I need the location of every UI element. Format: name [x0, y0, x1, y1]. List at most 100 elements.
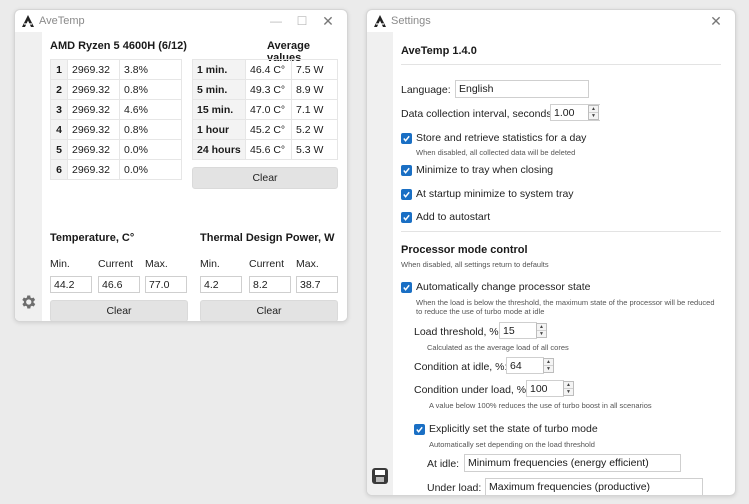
core-index: 5 — [50, 139, 68, 160]
avg-period: 5 min. — [192, 79, 246, 100]
store-stats-hint: When disabled, all collected data will b… — [416, 148, 576, 157]
core-frequency: 2969.32 — [67, 139, 120, 160]
avg-temperature: 46.4 C° — [245, 59, 292, 80]
core-frequency: 2969.32 — [67, 119, 120, 140]
tdp-title: Thermal Design Power, W — [200, 232, 335, 244]
maximize-button[interactable]: ☐ — [289, 11, 315, 31]
table-row: 6 2969.32 0.0% — [50, 159, 182, 180]
avg-power: 7.1 W — [291, 99, 338, 120]
load-threshold-field[interactable]: 15 — [499, 322, 537, 339]
temp-max-label: Max. — [145, 258, 168, 270]
interval-label: Data collection interval, seconds: — [401, 108, 555, 120]
core-frequency: 2969.32 — [67, 59, 120, 80]
minimize-tray-label: Minimize to tray when closing — [416, 164, 554, 176]
at-idle-select[interactable]: Minimum frequencies (energy efficient) — [464, 454, 681, 472]
average-table: 1 min. 46.4 C° 7.5 W 5 min. 49.3 C° 8.9 W 15… — [192, 59, 338, 160]
interval-stepper[interactable]: ▲ ▼ — [588, 105, 599, 120]
load-condition-field[interactable]: 100 — [526, 380, 564, 397]
load-condition-stepper[interactable]: ▲ ▼ — [563, 381, 574, 396]
table-row: 5 2969.32 0.0% — [50, 139, 182, 160]
settings-window: Settings ✕ AveTemp 1.4.0 Language: Engli… — [366, 9, 736, 496]
core-load: 4.6% — [119, 99, 182, 120]
under-load-select[interactable]: Maximum frequencies (productive) — [485, 478, 703, 495]
load-threshold-label: Load threshold, %: — [414, 326, 502, 338]
avg-power: 5.2 W — [291, 119, 338, 140]
table-row: 15 min. 47.0 C° 7.1 W — [192, 99, 338, 120]
avg-period: 1 hour — [192, 119, 246, 140]
turbo-checkbox[interactable] — [414, 424, 425, 435]
divider — [401, 64, 721, 65]
processor-hint: When disabled, all settings return to de… — [401, 260, 549, 269]
autostart-checkbox[interactable] — [401, 212, 412, 223]
table-row: 1 min. 46.4 C° 7.5 W — [192, 59, 338, 80]
idle-stepper[interactable]: ▲ ▼ — [543, 358, 554, 373]
core-index: 2 — [50, 79, 68, 100]
clear-tdp-button[interactable]: Clear — [200, 300, 338, 321]
core-load: 0.0% — [119, 139, 182, 160]
processor-title: Processor mode control — [401, 244, 528, 256]
table-row: 3 2969.32 4.6% — [50, 99, 182, 120]
avg-period: 15 min. — [192, 99, 246, 120]
core-load: 0.0% — [119, 159, 182, 180]
tdp-max-field[interactable]: 38.7 — [296, 276, 338, 293]
idle-field[interactable]: 64 — [506, 357, 544, 374]
settings-side-strip — [367, 32, 393, 495]
core-frequency: 2969.32 — [67, 159, 120, 180]
under-load-label: Under load: — [427, 482, 482, 494]
auto-change-checkbox[interactable] — [401, 282, 412, 293]
avg-temperature: 45.2 C° — [245, 119, 292, 140]
temp-max-field[interactable]: 77.0 — [145, 276, 187, 293]
store-stats-checkbox[interactable] — [401, 133, 412, 144]
language-field[interactable]: English — [455, 80, 589, 98]
tdp-current-field[interactable]: 8.2 — [249, 276, 291, 293]
minimize-tray-checkbox[interactable] — [401, 165, 412, 176]
auto-change-hint-1: When the load is below the threshold, th… — [416, 298, 715, 307]
save-icon[interactable] — [371, 467, 389, 485]
avetemp-main-window: AveTemp — ☐ ✕ AMD Ryzen 5 4600H (6/12) A… — [14, 9, 348, 322]
load-condition-label: Condition under load, %: — [414, 384, 529, 396]
core-index: 3 — [50, 99, 68, 120]
temperature-title: Temperature, C° — [50, 232, 135, 244]
tdp-max-label: Max. — [296, 258, 319, 270]
auto-change-label: Automatically change processor state — [416, 281, 591, 293]
main-side-strip — [15, 32, 42, 321]
startup-minimize-checkbox[interactable] — [401, 189, 412, 200]
table-row: 24 hours 45.6 C° 5.3 W — [192, 139, 338, 160]
core-table: 1 2969.32 3.8% 2 2969.32 0.8% 3 2969.32 4.6% 4… — [50, 59, 182, 180]
avg-period: 24 hours — [192, 139, 246, 160]
minimize-button[interactable]: — — [263, 11, 289, 31]
core-load: 0.8% — [119, 79, 182, 100]
startup-minimize-label: At startup minimize to system tray — [416, 188, 574, 200]
store-stats-label: Store and retrieve statistics for a day — [416, 132, 587, 144]
table-row: 1 hour 45.2 C° 5.2 W — [192, 119, 338, 140]
avg-power: 5.3 W — [291, 139, 338, 160]
close-button[interactable]: ✕ — [315, 11, 341, 31]
temp-min-label: Min. — [50, 258, 70, 270]
main-titlebar: AveTemp — ☐ ✕ — [15, 10, 347, 32]
tdp-min-label: Min. — [200, 258, 220, 270]
load-threshold-stepper[interactable]: ▲ ▼ — [536, 323, 547, 338]
settings-content: AveTemp 1.4.0 Language: English Data col… — [367, 32, 735, 495]
divider — [401, 231, 721, 232]
idle-label: Condition at idle, %: — [414, 361, 508, 373]
clear-averages-button[interactable]: Clear — [192, 167, 338, 189]
avetemp-logo-icon — [21, 14, 35, 28]
temp-min-field[interactable]: 44.2 — [50, 276, 92, 293]
load-condition-hint: A value below 100% reduces the use of tu… — [429, 401, 652, 410]
gear-icon[interactable] — [19, 293, 37, 311]
temp-current-label: Current — [98, 258, 134, 270]
turbo-label: Explicitly set the state of turbo mode — [429, 423, 598, 435]
avg-temperature: 47.0 C° — [245, 99, 292, 120]
cpu-name: AMD Ryzen 5 4600H (6/12) — [50, 40, 187, 52]
clear-temperature-button[interactable]: Clear — [50, 300, 188, 321]
main-window-title: AveTemp — [39, 15, 85, 27]
tdp-min-field[interactable]: 4.2 — [200, 276, 242, 293]
core-frequency: 2969.32 — [67, 99, 120, 120]
settings-close-button[interactable]: ✕ — [703, 11, 729, 31]
avg-period: 1 min. — [192, 59, 246, 80]
language-label: Language: — [401, 84, 451, 96]
core-frequency: 2969.32 — [67, 79, 120, 100]
temp-current-field[interactable]: 46.6 — [98, 276, 140, 293]
core-load: 0.8% — [119, 119, 182, 140]
table-row: 2 2969.32 0.8% — [50, 79, 182, 100]
